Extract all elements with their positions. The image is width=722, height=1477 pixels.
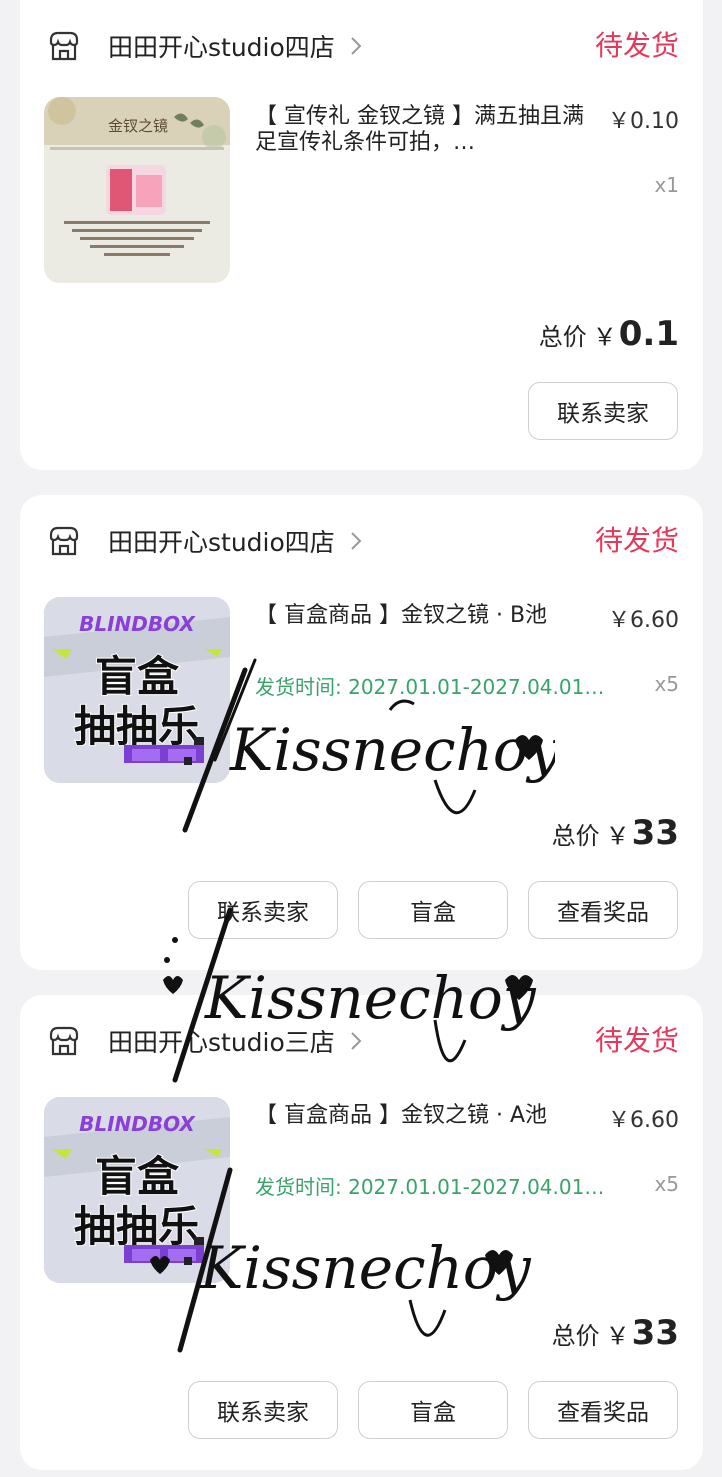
poster-image: 金钗之镜 xyxy=(44,97,230,283)
total-label: 总价 xyxy=(551,1322,600,1350)
order-card-1[interactable]: 田田开心studio四店 待发货 金钗之镜 【 宣传礼 金钗之镜 】满五抽且满足… xyxy=(20,0,703,470)
total-amount: 33 xyxy=(631,1313,679,1353)
store-icon xyxy=(49,31,79,61)
shop-link[interactable]: 田田开心studio四店 xyxy=(46,523,363,559)
total-amount: 0.1 xyxy=(618,314,679,354)
total-amount: 33 xyxy=(631,813,679,853)
contact-seller-button[interactable]: 联系卖家 xyxy=(188,1381,338,1439)
total-label: 总价 xyxy=(551,822,600,850)
total-label: 总价 xyxy=(538,323,587,351)
order-total: 总价 ￥ 33 xyxy=(552,1313,679,1353)
product-title[interactable]: 【 盲盒商品 】金钗之镜 · A池 xyxy=(255,1103,585,1129)
product-thumbnail[interactable]: BLINDBOX 盲盒 抽抽乐 xyxy=(44,597,230,783)
total-currency: ￥ xyxy=(605,1322,630,1350)
shop-link[interactable]: 田田开心studio四店 xyxy=(46,28,363,64)
blindbox-image: BLINDBOX 盲盒 抽抽乐 xyxy=(44,1097,230,1283)
quantity: x5 xyxy=(654,1172,679,1196)
blindbox-brand: BLINDBOX xyxy=(79,612,196,636)
order-card-3[interactable]: 田田开心studio三店 待发货 BLINDBOX 盲盒 抽抽乐 【 盲盒商品 … xyxy=(20,995,703,1470)
total-currency: ￥ xyxy=(592,323,617,351)
shop-name: 田田开心studio三店 xyxy=(108,1028,335,1057)
store-icon xyxy=(49,526,79,556)
blindbox-title-2: 抽抽乐 xyxy=(74,1202,200,1251)
order-total: 总价 ￥ 33 xyxy=(552,813,679,853)
chevron-right-icon xyxy=(351,532,362,550)
ship-time: 发货时间: 2027.01.01-2027.04.01… xyxy=(255,1175,605,1199)
blindbox-button[interactable]: 盲盒 xyxy=(358,1381,508,1439)
blindbox-title-1: 盲盒 xyxy=(95,1152,180,1201)
poster-title: 金钗之镜 xyxy=(108,117,168,135)
blindbox-brand: BLINDBOX xyxy=(79,1112,196,1136)
unit-price: ￥6.60 xyxy=(608,608,679,633)
quantity: x1 xyxy=(654,173,679,197)
chevron-right-icon xyxy=(351,37,362,55)
chevron-right-icon xyxy=(351,1032,362,1050)
view-prize-button[interactable]: 查看奖品 xyxy=(528,881,678,939)
ship-time: 发货时间: 2027.01.01-2027.04.01… xyxy=(255,675,605,699)
view-prize-button[interactable]: 查看奖品 xyxy=(528,1381,678,1439)
blindbox-image: BLINDBOX 盲盒 抽抽乐 xyxy=(44,597,230,783)
contact-seller-button[interactable]: 联系卖家 xyxy=(188,881,338,939)
product-title[interactable]: 【 盲盒商品 】金钗之镜 · B池 xyxy=(255,603,585,629)
blindbox-button[interactable]: 盲盒 xyxy=(358,881,508,939)
unit-price: ￥0.10 xyxy=(608,109,679,134)
quantity: x5 xyxy=(654,672,679,696)
shop-name: 田田开心studio四店 xyxy=(108,528,335,557)
product-title[interactable]: 【 宣传礼 金钗之镜 】满五抽且满足宣传礼条件可拍，… xyxy=(255,104,585,156)
contact-seller-button[interactable]: 联系卖家 xyxy=(528,382,678,440)
order-status: 待发货 xyxy=(594,1024,679,1057)
product-thumbnail[interactable]: 金钗之镜 xyxy=(44,97,230,283)
store-icon xyxy=(49,1026,79,1056)
total-currency: ￥ xyxy=(605,822,630,850)
blindbox-title-1: 盲盒 xyxy=(95,652,180,701)
order-status: 待发货 xyxy=(594,29,679,62)
order-status: 待发货 xyxy=(594,524,679,557)
unit-price: ￥6.60 xyxy=(608,1108,679,1133)
shop-link[interactable]: 田田开心studio三店 xyxy=(46,1023,363,1059)
order-total: 总价 ￥ 0.1 xyxy=(539,314,679,354)
shop-name: 田田开心studio四店 xyxy=(108,33,335,62)
blindbox-title-2: 抽抽乐 xyxy=(74,702,200,751)
product-thumbnail[interactable]: BLINDBOX 盲盒 抽抽乐 xyxy=(44,1097,230,1283)
order-card-2[interactable]: 田田开心studio四店 待发货 BLINDBOX 盲盒 抽抽乐 【 盲盒商品 … xyxy=(20,495,703,970)
